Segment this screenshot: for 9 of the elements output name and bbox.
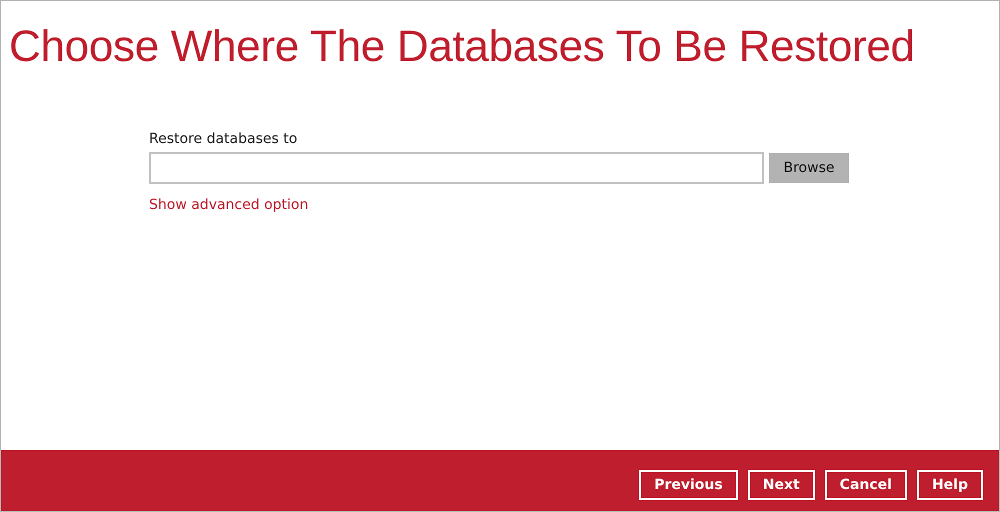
browse-button[interactable]: Browse <box>769 153 849 183</box>
footer-button[interactable]: Cancel <box>824 470 907 500</box>
advanced-option-link[interactable]: Show advanced option <box>149 197 308 213</box>
page-title: Choose Where The Databases To Be Restored <box>9 21 916 73</box>
footer-button[interactable]: Previous <box>639 470 738 500</box>
field-label: Restore databases to <box>149 131 298 147</box>
footer-button[interactable]: Help <box>916 470 983 500</box>
footer-button[interactable]: Next <box>748 470 815 500</box>
path-input-field[interactable] <box>149 152 764 184</box>
